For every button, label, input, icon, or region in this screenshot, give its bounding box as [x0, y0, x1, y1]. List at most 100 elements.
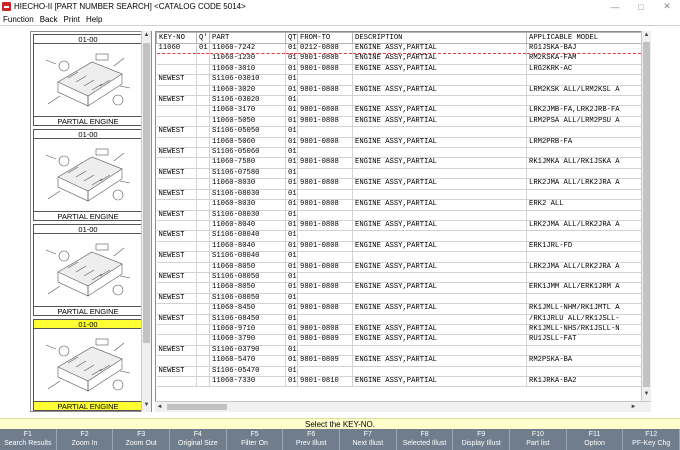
fkey-f6[interactable]: F6 Prev Illust: [283, 429, 341, 450]
table-cell: [526, 230, 642, 242]
table-row[interactable]: NEWEST S1106-08040 01: [156, 230, 642, 242]
thumbnail-item[interactable]: 01-00 PARTIAL ENGINE: [33, 224, 143, 317]
grid-scroll-thumb[interactable]: [643, 42, 650, 387]
fkey-f8[interactable]: F8 Selected Illust: [397, 429, 454, 450]
grid-horizontal-scrollbar[interactable]: ◄ ►: [155, 401, 651, 412]
table-row[interactable]: NEWEST S1106-08030 01: [156, 189, 642, 201]
table-row[interactable]: NEWEST S1106-03790 01: [156, 345, 642, 357]
fkey-number: F9: [477, 431, 486, 438]
table-cell: S1106-03020: [209, 95, 286, 107]
thumbnail-item[interactable]: 01-00 PARTIAL ENGINE: [33, 319, 143, 411]
table-cell: [196, 168, 210, 180]
scroll-up-icon[interactable]: ▲: [142, 31, 151, 40]
fkey-label: Option: [584, 440, 605, 447]
minimize-button[interactable]: —: [602, 0, 628, 13]
table-row[interactable]: 11060-8050 01 9801-0808 ENGINE ASSY,PARTIAL…: [156, 282, 642, 294]
column-header[interactable]: DESCRIPTION: [352, 32, 527, 44]
grid-vertical-scrollbar[interactable]: ▲ ▼: [641, 31, 651, 401]
table-row[interactable]: NEWEST S1106-08450 01/RK1JRLU ALL/RK1JSLL-: [156, 314, 642, 325]
table-row[interactable]: 11060-5050 01 9801-0808 ENGINE ASSY,PARTIAL…: [156, 116, 642, 128]
table-row[interactable]: 11060-8030 01 9801-0808 ENGINE ASSY,PARTIAL…: [156, 199, 642, 211]
table-row[interactable]: 11060-3020 01 9801-0808 ENGINE ASSY,PARTIAL…: [156, 85, 642, 97]
table-row[interactable]: 11060-5470 01 9801-0809 ENGINE ASSY,PARTIAL…: [156, 355, 642, 367]
fkey-f3[interactable]: F3 Zoom Out: [113, 429, 171, 450]
table-row[interactable]: 11060-7330 01 9801-0810 ENGINE ASSY,PARTIAL…: [156, 376, 642, 388]
table-row[interactable]: 11060-3790 01 9801-0809 ENGINE ASSY,PARTIAL…: [156, 334, 642, 346]
table-row[interactable]: 11060-1230 01 9801-0808 ENGINE ASSY,PARTIAL…: [156, 53, 642, 65]
fkey-f9[interactable]: F9 Display Illust: [453, 429, 511, 450]
table-row[interactable]: NEWEST S1106-08030 01: [156, 210, 642, 221]
column-header[interactable]: KEY-NO: [156, 32, 197, 44]
table-row[interactable]: 11060-8050 01 9801-0808 ENGINE ASSY,PARTIAL…: [156, 262, 642, 273]
table-cell: [352, 168, 527, 180]
fkey-f12[interactable]: F12 PF-Key Chg: [623, 429, 680, 450]
table-cell: [196, 345, 210, 357]
table-cell: [156, 53, 197, 65]
thumbnail-scroll-thumb[interactable]: [143, 43, 150, 343]
table-row[interactable]: 11060-8040 01 9801-0808 ENGINE ASSY,PARTIAL…: [156, 220, 642, 232]
column-header[interactable]: Q': [196, 32, 210, 44]
menu-back[interactable]: Back: [37, 15, 61, 24]
column-header[interactable]: QT: [285, 32, 298, 44]
table-cell: [526, 293, 642, 305]
table-row[interactable]: 11060-8450 01 9801-0808 ENGINE ASSY,PARTIAL…: [156, 303, 642, 315]
fkey-f5[interactable]: F5 Filter On: [227, 429, 284, 450]
table-cell: [196, 178, 210, 190]
fkey-f10[interactable]: F10 Part list: [510, 429, 567, 450]
table-row[interactable]: 11060-5060 01 9801-0808 ENGINE ASSY,PARTIAL…: [156, 137, 642, 149]
menu-print[interactable]: Print: [60, 15, 82, 24]
scroll-right-icon[interactable]: ►: [629, 403, 638, 412]
thumbnail-item[interactable]: 01-00 PARTIAL ENGINE: [33, 129, 143, 222]
menu-help[interactable]: Help: [83, 15, 105, 24]
scroll-up-icon[interactable]: ▲: [642, 31, 651, 40]
scroll-down-icon[interactable]: ▼: [642, 390, 651, 399]
table-cell: S1106-08040: [209, 230, 286, 242]
table-cell: 01: [285, 210, 298, 221]
menu-function[interactable]: Function: [0, 15, 37, 24]
table-row[interactable]: NEWEST S1106-08050 01: [156, 272, 642, 284]
table-row[interactable]: NEWEST S1106-05470 01: [156, 366, 642, 378]
table-row[interactable]: 11060-8030 01 9801-0808 ENGINE ASSY,PARTIAL…: [156, 178, 642, 190]
scroll-down-icon[interactable]: ▼: [142, 401, 151, 410]
table-row[interactable]: 11060-3170 01 9801-0808 ENGINE ASSY,PARTIAL…: [156, 105, 642, 117]
table-row[interactable]: NEWEST S1106-08040 01: [156, 251, 642, 263]
table-row[interactable]: 11060-8040 01 9801-0808 ENGINE ASSY,PARTIAL…: [156, 241, 642, 253]
table-cell: ENGINE ASSY,PARTIAL: [352, 85, 527, 97]
table-cell: ERK1JMM ALL/ERK1JRM A: [526, 282, 642, 294]
fkey-f4[interactable]: F4 Original Size: [170, 429, 227, 450]
table-cell: 9801-0808: [297, 85, 353, 97]
fkey-label: Filter On: [241, 440, 268, 447]
scroll-left-icon[interactable]: ◄: [155, 403, 164, 412]
thumbnail-scrollbar[interactable]: ▲ ▼: [141, 31, 151, 412]
column-header[interactable]: PART: [209, 32, 286, 44]
table-cell: 11060-3020: [209, 85, 286, 97]
table-cell: [526, 189, 642, 201]
maximize-button[interactable]: □: [628, 0, 654, 13]
close-button[interactable]: ✕: [654, 0, 680, 13]
grid-hscroll-thumb[interactable]: [167, 404, 227, 410]
fkey-f7[interactable]: F7 Next Illust: [340, 429, 397, 450]
table-row[interactable]: NEWEST S1106-05050 01: [156, 126, 642, 138]
table-row[interactable]: 11060-9710 01 9801-0808 ENGINE ASSY,PARTIAL…: [156, 324, 642, 336]
table-cell: [297, 147, 353, 159]
table-row[interactable]: NEWEST S1106-03010 01: [156, 74, 642, 86]
table-cell: [352, 147, 527, 159]
table-row[interactable]: 11060 01 11060-7242 01 0212-0808 ENGINE ASSY,…: [156, 42, 642, 55]
fkey-f11[interactable]: F11 Option: [567, 429, 624, 450]
table-row[interactable]: NEWEST S1106-08050 01: [156, 293, 642, 305]
table-row[interactable]: 11060-3010 01 9801-0808 ENGINE ASSY,PARTIAL…: [156, 64, 642, 76]
fkey-f2[interactable]: F2 Zoom In: [57, 429, 114, 450]
table-row[interactable]: NEWEST S1106-07580 01: [156, 168, 642, 180]
fkey-number: F12: [645, 431, 658, 438]
fkey-f1[interactable]: F1 Search Results: [0, 429, 57, 450]
table-cell: [297, 314, 353, 325]
thumbnail-item[interactable]: 01-00 PARTIAL ENGINE: [33, 34, 143, 127]
column-header[interactable]: APPLICABLE MODEL: [526, 32, 642, 44]
column-header[interactable]: FROM-TO: [297, 32, 353, 44]
table-row[interactable]: 11060-7580 01 9801-0808 ENGINE ASSY,PARTIAL…: [156, 157, 642, 169]
table-cell: 11060-8050: [209, 282, 286, 294]
table-row[interactable]: NEWEST S1106-05060 01: [156, 147, 642, 159]
table-row[interactable]: NEWEST S1106-03020 01: [156, 95, 642, 107]
table-cell: 01: [285, 199, 298, 211]
table-cell: [196, 53, 210, 65]
